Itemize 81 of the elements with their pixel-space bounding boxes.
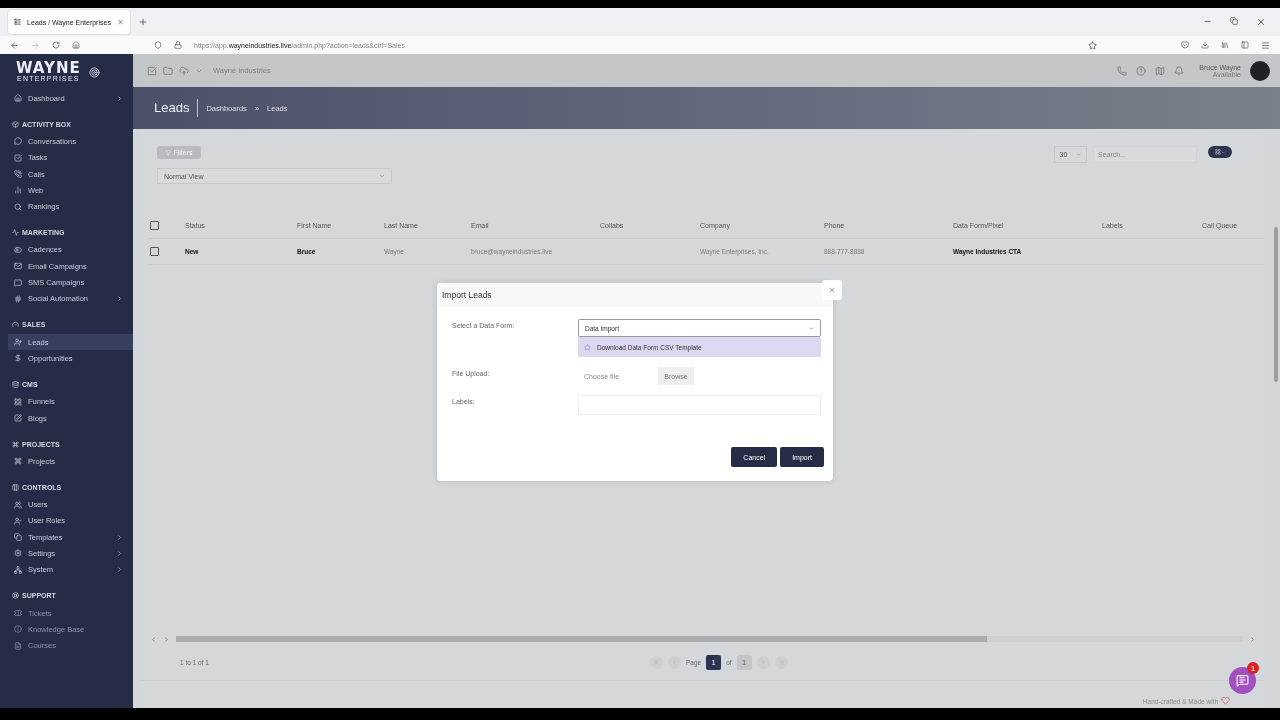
user-plus-icon [14, 338, 22, 347]
users-icon [14, 500, 22, 509]
menu-icon[interactable] [1261, 40, 1270, 50]
ticket-icon [14, 609, 22, 618]
chevron-right-icon [116, 533, 123, 541]
user-check-icon [14, 516, 22, 525]
forward-icon[interactable] [31, 40, 40, 50]
grid-icon [1214, 149, 1221, 155]
info-icon [14, 625, 22, 634]
help-icon[interactable] [1136, 65, 1147, 76]
bookmark-star-icon[interactable] [1088, 40, 1097, 50]
phone-icon [14, 170, 22, 179]
checkbox-icon [14, 153, 22, 162]
checkbox[interactable] [150, 247, 159, 256]
page-icon [14, 18, 22, 26]
library-icon[interactable] [1221, 41, 1229, 49]
dialog-title: Import Leads [442, 290, 492, 300]
scroll-right-icon[interactable] [163, 635, 170, 643]
sidebar-icon[interactable] [1241, 41, 1249, 49]
bell-icon[interactable] [1174, 65, 1185, 76]
back-icon[interactable] [10, 40, 19, 50]
database-icon [12, 381, 19, 389]
close-icon[interactable] [1256, 17, 1266, 27]
filter-icon [165, 149, 172, 156]
columns-icon [12, 483, 19, 491]
close-button[interactable] [822, 280, 842, 300]
caret-icon [379, 173, 385, 179]
page-title: Leads [154, 99, 199, 117]
lock-icon [174, 41, 182, 49]
avatar[interactable] [1250, 60, 1270, 81]
copy-icon [14, 533, 22, 542]
document-icon [14, 641, 22, 650]
command-icon [12, 440, 19, 448]
message-icon [14, 278, 22, 287]
lifebuoy-icon [12, 592, 19, 600]
heart-icon [1221, 696, 1230, 705]
caret-icon [1220, 149, 1226, 155]
scroll-right-icon[interactable] [1249, 635, 1256, 643]
new-tab-icon[interactable] [138, 17, 148, 27]
hash-icon [14, 294, 22, 303]
bar-chart-icon [14, 186, 22, 195]
pocket-icon[interactable] [1181, 41, 1189, 49]
toggle-icon [14, 245, 22, 254]
chevron-right-icon [116, 566, 123, 574]
checkbox[interactable] [150, 221, 159, 230]
chat-bubble-icon [14, 137, 22, 146]
box-icon [12, 120, 19, 128]
pulse-icon [12, 229, 19, 237]
folder-icon[interactable] [163, 65, 173, 76]
restore-icon[interactable] [1230, 17, 1238, 25]
shield-icon [154, 41, 162, 49]
chevron-right-icon [116, 295, 123, 303]
dollar-icon [14, 354, 22, 363]
close-icon[interactable] [116, 18, 124, 26]
chat-icon [1236, 674, 1249, 687]
home-icon[interactable] [72, 41, 80, 49]
phone-icon[interactable] [1117, 65, 1128, 76]
mail-icon [14, 262, 22, 271]
reload-icon[interactable] [52, 41, 60, 49]
scrollbar-thumb[interactable] [1274, 227, 1278, 382]
settings-icon [14, 549, 22, 558]
home-icon [14, 94, 22, 103]
upload-icon[interactable] [179, 65, 189, 76]
scroll-left-icon[interactable] [150, 635, 157, 643]
chevron-right-icon [116, 94, 123, 102]
search-icon [14, 202, 22, 211]
grid-icon [14, 397, 22, 406]
grid-menu-button[interactable] [1208, 146, 1232, 158]
target-icon[interactable] [88, 66, 100, 78]
checkbox-icon[interactable] [147, 65, 157, 76]
chevron-right-icon [116, 550, 123, 557]
star-icon [584, 343, 591, 351]
scrollbar-thumb[interactable] [176, 636, 987, 642]
map-icon[interactable] [1155, 65, 1166, 76]
gauge-icon [12, 321, 19, 329]
caret-icon [1076, 152, 1082, 157]
download-icon[interactable] [1201, 41, 1209, 49]
edit-icon [14, 414, 22, 422]
close-icon [828, 286, 836, 294]
network-icon [14, 565, 22, 574]
caret-icon [809, 325, 814, 331]
